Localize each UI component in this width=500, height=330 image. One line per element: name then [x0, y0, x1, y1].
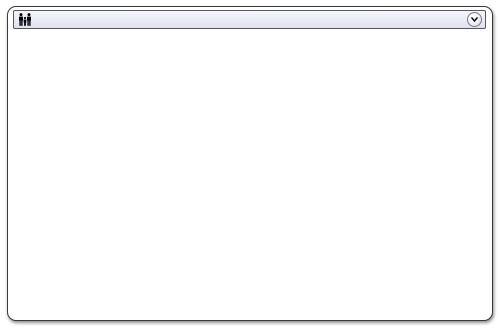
- group-panel: [7, 6, 493, 321]
- people-group-icon: [19, 13, 31, 26]
- chevron-down-icon: [471, 17, 478, 22]
- expand-button[interactable]: [467, 12, 482, 27]
- panel-content-area: [13, 33, 486, 315]
- panel-header[interactable]: [13, 10, 486, 29]
